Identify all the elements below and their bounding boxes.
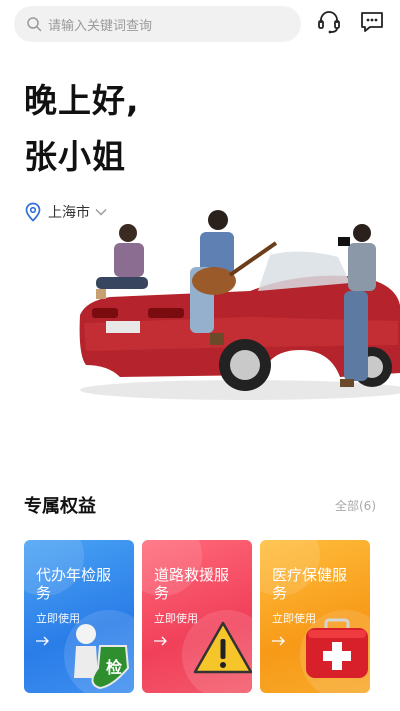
- message-icon[interactable]: [358, 8, 386, 36]
- arrow-right-icon: [36, 636, 49, 646]
- benefit-card-title: 道路救援服务: [154, 566, 230, 602]
- warning-triangle-icon: [193, 621, 252, 674]
- greeting-name: 张小姐: [24, 137, 126, 176]
- greeting-line-1: 晚上好,: [24, 81, 140, 120]
- view-all-link[interactable]: 全部(6): [335, 497, 376, 514]
- medical-kit-icon: [306, 618, 368, 678]
- benefits-title: 专属权益: [24, 496, 96, 517]
- arrow-right-icon: [272, 636, 285, 646]
- search-placeholder: 请输入关键词查询: [48, 18, 153, 34]
- arrow-right-icon: [154, 636, 167, 646]
- inspection-badge-icon: [74, 624, 130, 690]
- benefit-card-title: 代办年检服务: [36, 566, 112, 602]
- inspection-badge-text: 检: [106, 658, 123, 677]
- benefit-card-medical[interactable]: 医疗保健服务 立即使用: [260, 540, 370, 693]
- benefit-card-title: 医疗保健服务: [272, 566, 348, 602]
- search-input[interactable]: 请输入关键词查询: [14, 6, 301, 42]
- hero-image: [79, 210, 400, 400]
- search-icon: [27, 17, 42, 32]
- benefit-card-roadside[interactable]: 道路救援服务 立即使用: [142, 540, 252, 693]
- benefit-card-inspection[interactable]: 代办年检服务 立即使用 检: [24, 540, 134, 693]
- headset-icon[interactable]: [315, 8, 343, 36]
